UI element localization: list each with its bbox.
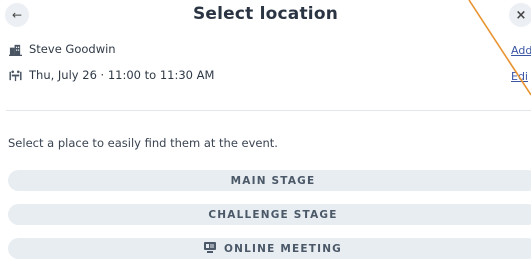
close-button[interactable]: × (509, 3, 531, 27)
location-main-stage-button[interactable]: MAIN STAGE (8, 170, 531, 191)
location-label: ONLINE MEETING (224, 242, 342, 255)
location-label: CHALLENGE STAGE (208, 208, 338, 221)
meeting-datetime: Thu, July 26 · 11:00 to 11:30 AM (29, 68, 215, 82)
divider (6, 110, 531, 111)
location-online-meeting-button[interactable]: ONLINE MEETING (8, 238, 531, 259)
meeting-table-icon (8, 68, 22, 82)
close-icon: × (515, 7, 527, 23)
location-label: MAIN STAGE (230, 174, 316, 187)
meeting-time-row: Thu, July 26 · 11:00 to 11:30 AM (8, 68, 214, 82)
location-hint: Select a place to easily find them at th… (8, 136, 278, 150)
building-icon (8, 42, 22, 56)
edit-link[interactable]: Edi (511, 70, 528, 83)
meeting-person: Steve Goodwin (29, 42, 116, 56)
meeting-person-row: Steve Goodwin (8, 42, 116, 56)
add-link[interactable]: Add (511, 44, 531, 57)
video-icon (204, 241, 216, 256)
location-challenge-stage-button[interactable]: CHALLENGE STAGE (8, 204, 531, 225)
page-title: Select location (192, 4, 339, 24)
